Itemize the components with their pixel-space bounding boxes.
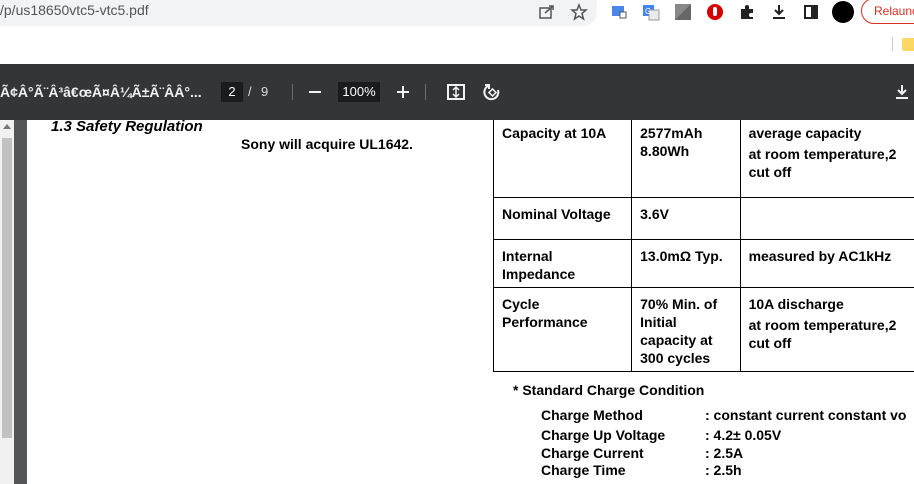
charge-label: Charge Time [541, 462, 626, 478]
charge-value: : constant current constant vo [705, 407, 907, 423]
table-cell: Cycle Performance [492, 287, 633, 372]
charge-label: Charge Up Voltage [541, 427, 666, 443]
puzzle-icon[interactable] [737, 2, 757, 22]
relaunch-button[interactable]: Relaunch [861, 0, 914, 24]
charge-value: : 2.5A [705, 445, 744, 461]
profile-icon[interactable] [831, 0, 855, 24]
charge-condition-title: * Standard Charge Condition [513, 382, 705, 398]
table-cell: 10A discharge at room temperature,2 cut of… [739, 287, 914, 372]
section-heading: 1.3 Safety Regulation [51, 120, 203, 135]
table-cell: average capacity at room temperature,2 cut… [739, 120, 914, 198]
table-row: Capacity at 10A 2577mAh 8.80Wh average ca… [492, 120, 914, 198]
scrollbar-thumb[interactable] [2, 138, 12, 438]
spec-table: Capacity at 10A 2577mAh 8.80Wh average ca… [492, 120, 914, 372]
document-title: Ã¢Â°Ã¨Â³â€œÃ¤Â¼Ã±Ã¨ÂÂ°... [0, 84, 202, 100]
table-cell: Nominal Voltage [492, 197, 633, 240]
svg-text:G: G [645, 7, 651, 16]
charge-value: : 2.5h [705, 462, 742, 478]
rotate-icon [483, 84, 500, 101]
star-icon[interactable] [569, 2, 589, 22]
extension-icon[interactable] [673, 2, 693, 22]
zoom-input[interactable]: 100% [338, 82, 380, 102]
rotate-button[interactable] [480, 80, 504, 104]
table-cell: 3.6V [631, 197, 741, 240]
scroll-up-arrow-icon[interactable] [3, 124, 11, 129]
share-icon[interactable] [537, 2, 557, 22]
shield-extension-icon[interactable] [705, 2, 725, 22]
translate-icon[interactable]: G [641, 2, 661, 22]
browser-chrome: /p/us18650vtc5-vtc5.pdf G Relaunch [0, 0, 914, 64]
zoom-in-button[interactable] [391, 80, 415, 104]
charge-label: Charge Current [541, 445, 644, 461]
table-cell: Internal Impedance [492, 239, 633, 288]
download-button[interactable] [890, 80, 914, 104]
pdf-viewer[interactable]: 1.3 Safety Regulation Sony will acquire … [0, 120, 914, 484]
table-cell: Capacity at 10A [492, 120, 633, 198]
sidebar-icon[interactable] [801, 2, 821, 22]
charge-label: Charge Method [541, 407, 643, 423]
fit-page-icon [447, 84, 465, 100]
scrollbar[interactable] [0, 120, 14, 484]
table-cell [739, 197, 914, 240]
page-number-input[interactable]: 2 [221, 82, 243, 102]
table-row: Internal Impedance 13.0mΩ Typ. measured b… [492, 239, 914, 288]
table-cell: measured by AC1kHz [739, 239, 914, 288]
charge-value: : 4.2± 0.05V [705, 427, 782, 443]
safety-regulation-text: Sony will acquire UL1642. [241, 136, 413, 152]
extension-icon[interactable] [609, 2, 629, 22]
page-separator: / [248, 84, 252, 99]
url-text[interactable]: /p/us18650vtc5-vtc5.pdf [0, 2, 149, 18]
address-bar[interactable]: /p/us18650vtc5-vtc5.pdf [0, 0, 597, 26]
fit-page-button[interactable] [444, 80, 468, 104]
table-cell: 2577mAh 8.80Wh [631, 120, 741, 198]
table-cell: 13.0mΩ Typ. [631, 239, 741, 288]
toolbar-divider [292, 84, 293, 100]
table-row: Cycle Performance 70% Min. of Initial capac… [492, 287, 914, 372]
table-cell: 70% Min. of Initial capacity at 300 cycles [631, 287, 741, 372]
bookmark-separator [892, 37, 893, 51]
plus-icon [397, 86, 409, 98]
download-icon [896, 85, 908, 99]
folder-icon[interactable] [902, 38, 914, 51]
toolbar-divider [425, 84, 426, 100]
download-icon[interactable] [769, 2, 789, 22]
minus-icon [309, 91, 321, 93]
pdf-page: 1.3 Safety Regulation Sony will acquire … [27, 120, 914, 484]
table-row: Nominal Voltage 3.6V [492, 197, 914, 240]
page-total: 9 [261, 84, 269, 99]
zoom-out-button[interactable] [303, 80, 327, 104]
pdf-toolbar: Ã¢Â°Ã¨Â³â€œÃ¤Â¼Ã±Ã¨ÂÂ°... 2 / 9 100% [0, 64, 914, 120]
